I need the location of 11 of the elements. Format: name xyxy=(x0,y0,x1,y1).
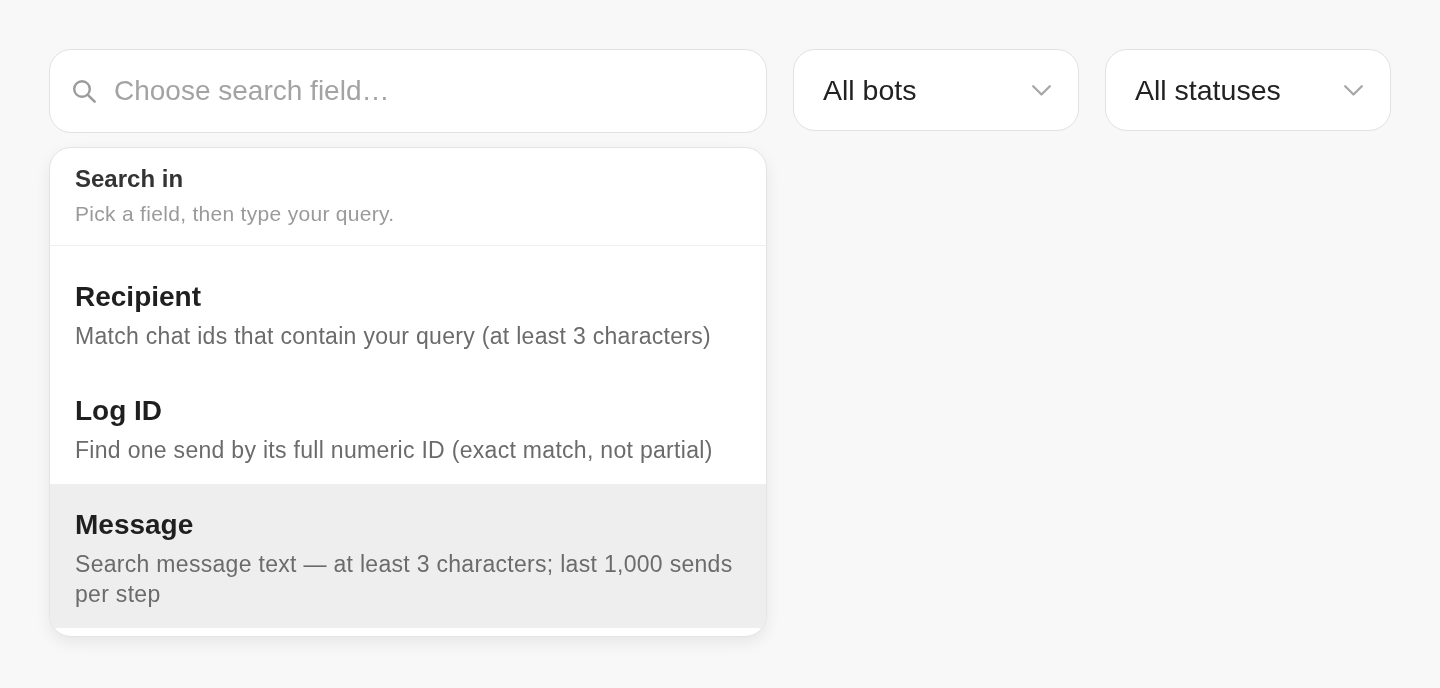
filter-dropdown[interactable]: All bots xyxy=(793,49,1079,131)
search-icon xyxy=(72,79,96,103)
menu-option[interactable]: Log ID Find one send by its full numeric ID (exact match, not partial) xyxy=(50,370,766,484)
search-field[interactable]: Choose search field… xyxy=(49,49,767,133)
menu-option[interactable]: Recipient Match chat ids that contain your query (at least 3 characters) xyxy=(50,256,766,370)
menu-option[interactable]: Message Search message text — at least 3 characters; last 1,000 sends per step xyxy=(50,484,766,628)
menu-hint: Pick a field, then type your query. xyxy=(75,201,396,227)
chevron-down-icon xyxy=(1032,84,1051,96)
menu-title: Search in xyxy=(75,165,185,193)
filter-dropdown[interactable]: All statuses xyxy=(1105,49,1391,131)
chevron-down-icon xyxy=(1344,84,1363,96)
